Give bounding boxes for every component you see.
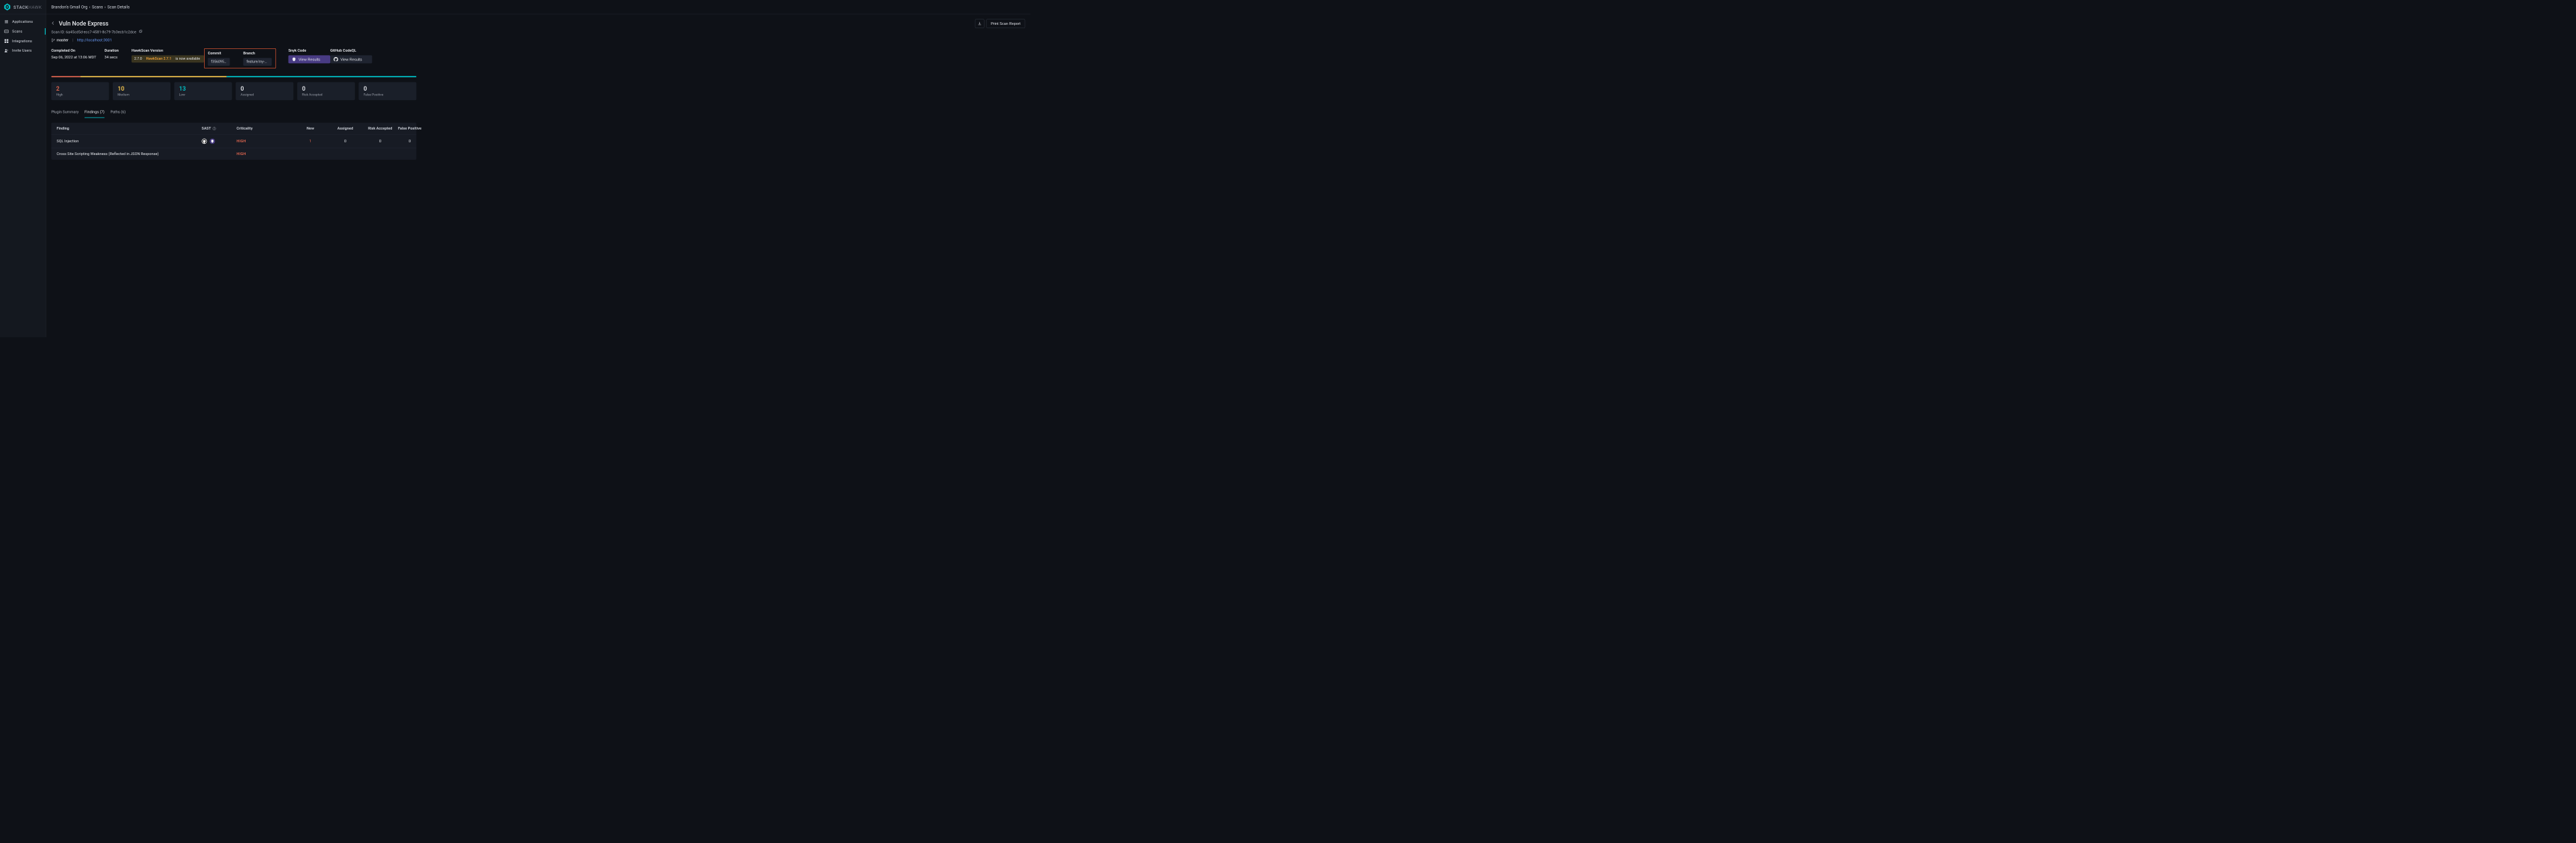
th-risk-accepted: Risk Accepted bbox=[362, 126, 397, 130]
cell-new: 1 bbox=[293, 139, 328, 143]
user-plus-icon bbox=[4, 48, 8, 52]
brand-logo[interactable]: STACKHAWK bbox=[0, 0, 46, 14]
sidebar-item-label: Invite Users bbox=[12, 48, 32, 52]
github-codeql-label: GitHub CodeQL bbox=[330, 48, 372, 52]
th-finding: Finding bbox=[56, 126, 201, 130]
back-arrow-icon[interactable] bbox=[51, 21, 55, 26]
snyk-icon bbox=[291, 57, 296, 62]
sidebar-item-label: Applications bbox=[12, 19, 33, 23]
tab-findings[interactable]: Findings (7) bbox=[85, 107, 105, 117]
severity-low-seg bbox=[227, 76, 417, 77]
table-row[interactable]: SQL Injection HIGH 1 0 0 0 bbox=[51, 135, 416, 148]
cell-false-positive: 0 bbox=[397, 139, 422, 143]
branch-chip: master bbox=[51, 38, 68, 42]
page-title: Vuln Node Express bbox=[59, 20, 109, 27]
severity-high-seg bbox=[51, 76, 81, 77]
stat-card-low[interactable]: 13 Low bbox=[175, 82, 232, 100]
tabs: Plugin Summary Findings (7) Paths (6) bbox=[51, 107, 1025, 117]
sidebar-item-label: Integrations bbox=[12, 39, 32, 43]
sidebar: STACKHAWK Applications Scans Integration… bbox=[0, 0, 46, 337]
cell-finding: Cross Site Scripting Weakness (Reflected… bbox=[56, 152, 201, 156]
breadcrumb-sep: › bbox=[105, 5, 106, 9]
breadcrumb: Brandon's Gmail Org › Scans › Scan Detai… bbox=[51, 5, 130, 9]
cell-finding: SQL Injection bbox=[56, 139, 201, 143]
commit-chip[interactable]: f356095… bbox=[208, 58, 230, 66]
cell-criticality: HIGH bbox=[236, 139, 293, 143]
stat-card-high[interactable]: 2 High bbox=[51, 82, 109, 100]
snyk-code-label: Snyk Code bbox=[289, 48, 330, 52]
completed-on-value: Sep 06, 2022 at 13:06 MDT bbox=[51, 55, 104, 59]
github-view-results-button[interactable]: View Results bbox=[330, 55, 372, 63]
snyk-view-results-button[interactable]: View Results bbox=[289, 55, 330, 63]
table-header: Finding SAST i Criticality New Assigned … bbox=[51, 123, 416, 135]
cell-risk-accepted: 0 bbox=[362, 139, 397, 143]
tab-paths[interactable]: Paths (6) bbox=[110, 107, 126, 117]
stack-icon bbox=[4, 19, 8, 23]
branch-label: Branch bbox=[243, 51, 272, 55]
git-branch-icon bbox=[51, 38, 55, 42]
commit-label: Commit bbox=[208, 51, 237, 55]
sidebar-item-applications[interactable]: Applications bbox=[0, 17, 46, 26]
th-criticality: Criticality bbox=[236, 126, 293, 130]
cell-criticality: HIGH bbox=[236, 152, 293, 156]
stat-card-assigned[interactable]: 0 Assigned bbox=[236, 82, 293, 100]
findings-table: Finding SAST i Criticality New Assigned … bbox=[51, 123, 416, 160]
commit-branch-highlight: Commit f356095… Branch feature/my-se… bbox=[204, 48, 276, 68]
sidebar-item-invite-users[interactable]: Invite Users bbox=[0, 46, 46, 55]
grid-icon bbox=[4, 39, 8, 43]
cell-sast bbox=[201, 138, 236, 144]
scan-icon bbox=[4, 30, 8, 34]
severity-medium-seg bbox=[81, 76, 227, 77]
hawkscan-version-label: HawkScan Version bbox=[132, 48, 204, 52]
th-false-positive: False Positive bbox=[397, 126, 422, 130]
branch-chip-value[interactable]: feature/my-se… bbox=[243, 58, 271, 66]
breadcrumb-sep: › bbox=[89, 5, 91, 9]
tab-plugin-summary[interactable]: Plugin Summary bbox=[51, 107, 79, 117]
download-icon bbox=[978, 21, 982, 26]
breadcrumb-current: Scan Details bbox=[107, 5, 130, 9]
th-sast: SAST i bbox=[201, 126, 236, 130]
stackhawk-logo-icon bbox=[3, 3, 11, 11]
meta-separator: | bbox=[72, 38, 73, 42]
stat-card-medium[interactable]: 10 Medium bbox=[113, 82, 170, 100]
th-new: New bbox=[293, 126, 328, 130]
sidebar-item-scans[interactable]: Scans bbox=[0, 27, 46, 36]
github-icon bbox=[334, 57, 338, 62]
scan-id-label: Scan ID: 6a45cd5d-ecc7-4581-8c79-7b3ecb1… bbox=[51, 30, 136, 34]
th-assigned: Assigned bbox=[328, 126, 362, 130]
sidebar-item-integrations[interactable]: Integrations bbox=[0, 36, 46, 46]
scan-url-link[interactable]: http://localhost:3001 bbox=[77, 38, 112, 42]
github-icon[interactable] bbox=[201, 138, 207, 144]
breadcrumb-scans[interactable]: Scans bbox=[92, 5, 103, 9]
info-icon[interactable]: i bbox=[213, 127, 216, 130]
hawkscan-version-tag: 2.7.0 HawkScan 2.7.1 is now available bbox=[132, 55, 204, 62]
severity-distribution-bar bbox=[51, 76, 416, 77]
completed-on-label: Completed On bbox=[51, 48, 104, 52]
copy-icon[interactable] bbox=[139, 30, 142, 34]
breadcrumb-org[interactable]: Brandon's Gmail Org bbox=[51, 5, 87, 9]
cell-assigned: 0 bbox=[328, 139, 362, 143]
topbar: Brandon's Gmail Org › Scans › Scan Detai… bbox=[46, 0, 1030, 14]
download-button[interactable] bbox=[975, 19, 985, 28]
stats-row: 2 High 10 Medium 13 Low 0 Assigned 0 R bbox=[51, 82, 416, 100]
print-scan-report-button[interactable]: Print Scan Report bbox=[986, 19, 1025, 28]
duration-label: Duration bbox=[105, 48, 132, 52]
sidebar-item-label: Scans bbox=[12, 30, 22, 34]
snyk-icon[interactable] bbox=[209, 138, 215, 144]
brand-text: STACKHAWK bbox=[13, 5, 42, 10]
table-row[interactable]: Cross Site Scripting Weakness (Reflected… bbox=[51, 148, 416, 160]
stat-card-risk-accepted[interactable]: 0 Risk Accepted bbox=[297, 82, 355, 100]
duration-value: 34 secs bbox=[105, 55, 132, 59]
stat-card-false-positive[interactable]: 0 False Positive bbox=[358, 82, 416, 100]
